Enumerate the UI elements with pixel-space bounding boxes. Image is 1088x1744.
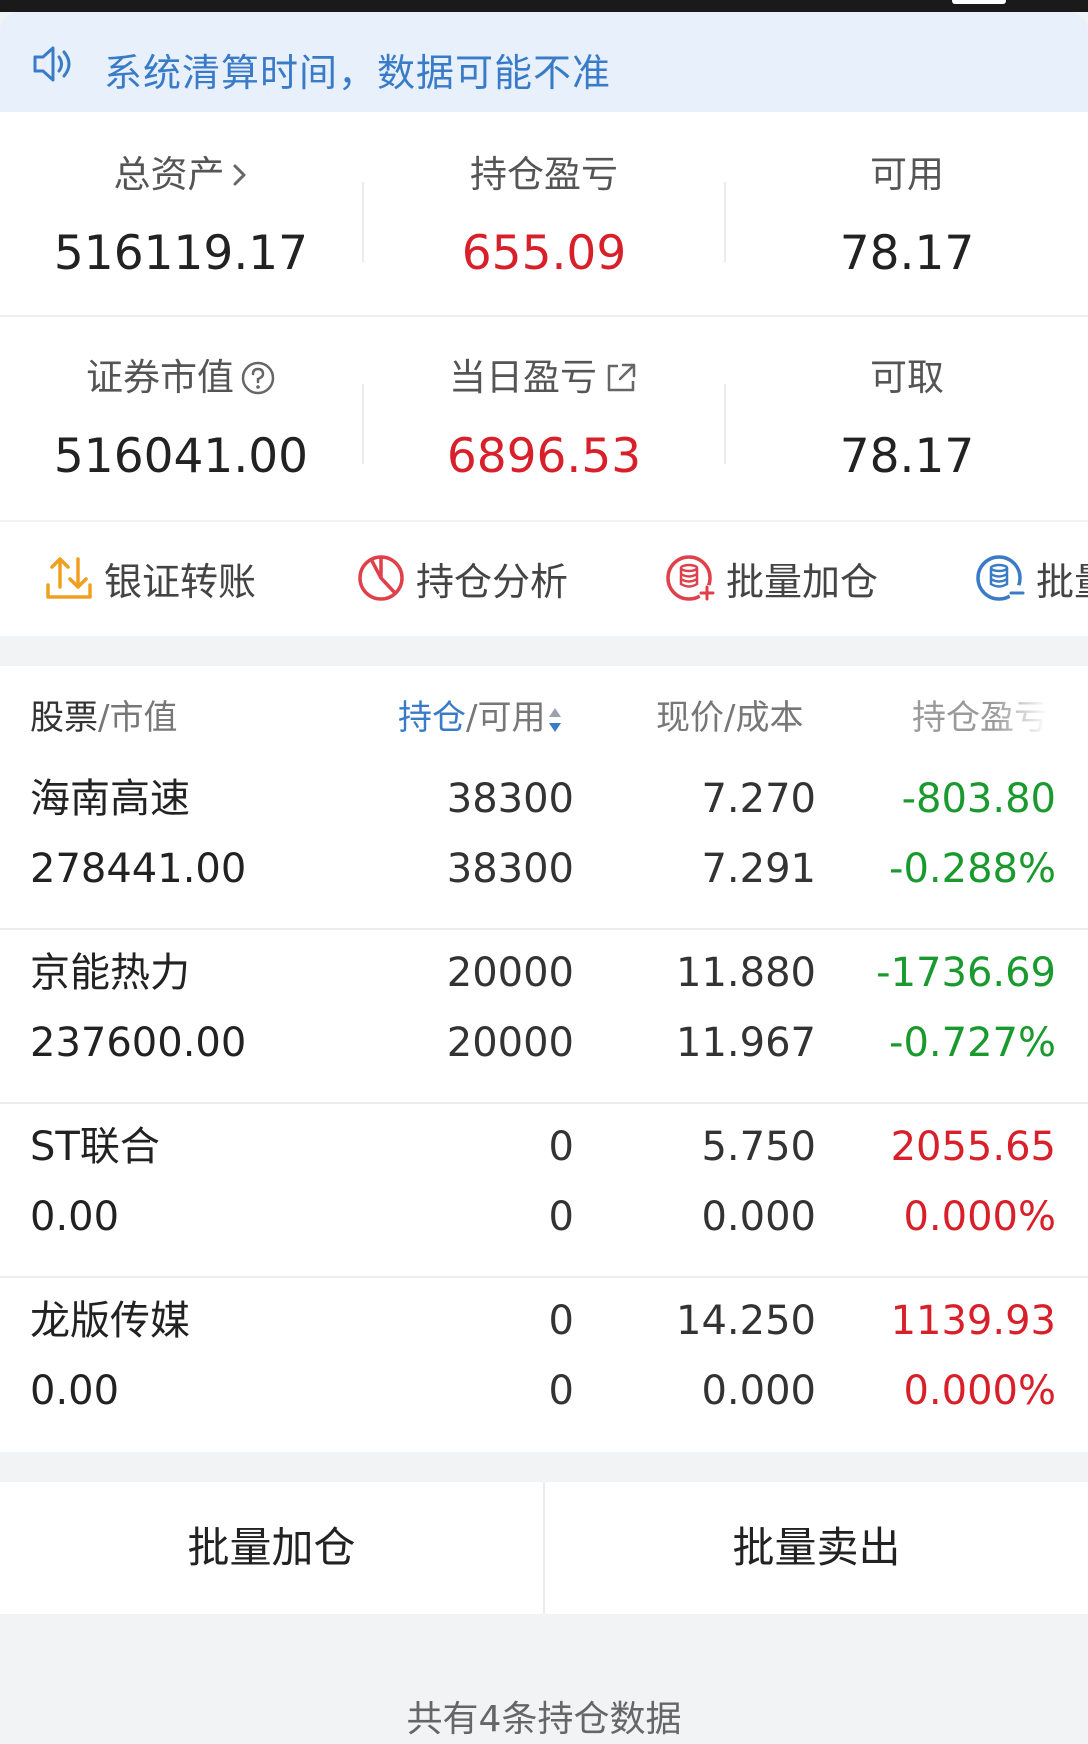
stock-market-value: 0.00 — [30, 1368, 120, 1414]
available-label: 可用 — [870, 153, 944, 196]
table-row[interactable]: 海南高速 278441.00 38300 38300 7.270 7.291 -… — [0, 758, 1088, 930]
holding-qty: 38300 — [446, 776, 574, 822]
pnl-value: 1139.93 — [890, 1298, 1056, 1344]
position-pnl-label: 持仓盈亏 — [470, 153, 618, 196]
current-price: 11.880 — [676, 950, 816, 996]
batch-sell-action[interactable]: 批量 — [974, 552, 1088, 604]
daily-pnl-label: 当日盈亏 — [449, 356, 597, 399]
stock-market-value: 278441.00 — [30, 846, 247, 892]
cost-price: 7.291 — [701, 846, 816, 892]
holdings-table: 股票/市值 持仓/可用 现价/成本 持仓盈亏 海南高速 278441.00 38… — [0, 666, 1088, 1452]
stock-name: 龙版传媒 — [30, 1298, 190, 1344]
market-value: 证券市值 516041.00 — [0, 355, 362, 485]
withdrawable-value: 78.17 — [839, 429, 975, 484]
available-qty: 20000 — [446, 1020, 574, 1066]
divider — [0, 928, 1088, 930]
current-price: 5.750 — [701, 1124, 816, 1170]
speaker-icon — [33, 46, 71, 82]
chevron-right-icon — [233, 164, 245, 186]
current-price: 7.270 — [701, 776, 816, 822]
pnl-percent: 0.000% — [903, 1368, 1056, 1414]
withdrawable-label: 可取 — [870, 356, 944, 399]
table-row[interactable]: 龙版传媒 0.00 0 0 14.250 0.000 1139.93 0.000… — [0, 1280, 1088, 1452]
transfer-icon — [46, 557, 92, 599]
stock-name: 海南高速 — [30, 776, 190, 822]
available-qty: 38300 — [446, 846, 574, 892]
action-label: 持仓分析 — [416, 559, 569, 604]
batch-sell-icon — [976, 555, 1025, 601]
pnl-value: -803.80 — [901, 776, 1056, 822]
pnl-percent: -0.288% — [889, 846, 1056, 892]
position-analysis-button[interactable]: 持仓分析 — [354, 552, 568, 604]
current-price: 14.250 — [676, 1298, 816, 1344]
daily-pnl[interactable]: 当日盈亏 6896.53 — [363, 355, 725, 485]
available-funds: 可用 78.17 — [726, 152, 1088, 282]
market-value-value: 516041.00 — [53, 429, 309, 484]
stock-name: 京能热力 — [30, 950, 190, 996]
status-indicator — [952, 0, 1006, 4]
total-assets-label: 总资产 — [113, 153, 225, 196]
stock-name: ST联合 — [30, 1124, 160, 1170]
help-icon[interactable] — [240, 360, 276, 396]
asset-summary: 总资产 516119.17 持仓盈亏 655.09 可用 78.17 证券市值 … — [0, 112, 1088, 520]
pnl-percent: -0.727% — [889, 1020, 1056, 1066]
holding-qty: 0 — [548, 1298, 574, 1344]
daily-pnl-value: 6896.53 — [446, 429, 642, 484]
action-label: 银证转账 — [104, 559, 257, 604]
total-assets[interactable]: 总资产 516119.17 — [0, 152, 362, 282]
divider — [0, 315, 1088, 317]
divider — [0, 1276, 1088, 1278]
pnl-value: 2055.65 — [890, 1124, 1056, 1170]
holding-qty: 20000 — [446, 950, 574, 996]
batch-add-icon — [666, 555, 715, 601]
table-row[interactable]: 京能热力 237600.00 20000 20000 11.880 11.967… — [0, 932, 1088, 1104]
cost-price: 11.967 — [676, 1020, 816, 1066]
pie-chart-icon — [358, 555, 404, 601]
available-qty: 0 — [548, 1194, 574, 1240]
stock-market-value: 237600.00 — [30, 1020, 247, 1066]
header-holding-sort[interactable]: 持仓/可用 — [398, 690, 563, 739]
header-price-cost: 现价/成本 — [656, 698, 804, 738]
header-holding-label: 持仓 — [398, 698, 466, 738]
status-bar — [0, 0, 1088, 12]
position-pnl: 持仓盈亏 655.09 — [363, 152, 725, 282]
header-pnl: 持仓盈亏 — [912, 698, 1048, 738]
header-available-label: /可用 — [466, 698, 546, 738]
header-market-value-label: /市值 — [98, 698, 178, 738]
batch-bar: 批量加仓 批量卖出 — [0, 1482, 1088, 1614]
position-pnl-value: 655.09 — [461, 226, 627, 281]
stock-market-value: 0.00 — [30, 1194, 120, 1240]
total-assets-value: 516119.17 — [53, 226, 309, 281]
action-bar: 银证转账 持仓分析 批量加仓 批量 — [0, 522, 1088, 636]
cost-price: 0.000 — [701, 1194, 816, 1240]
action-label: 批量加仓 — [726, 559, 879, 604]
header-stock-label: 股票 — [30, 698, 98, 738]
cost-price: 0.000 — [701, 1368, 816, 1414]
market-value-label: 证券市值 — [86, 356, 234, 399]
batch-add-action[interactable]: 批量加仓 — [664, 552, 878, 604]
pnl-percent: 0.000% — [903, 1194, 1056, 1240]
external-link-icon — [607, 363, 636, 392]
action-label: 批量 — [1036, 559, 1088, 604]
batch-add-button[interactable]: 批量加仓 — [0, 1482, 543, 1614]
sort-icon — [549, 707, 562, 732]
withdrawable-funds: 可取 78.17 — [726, 355, 1088, 485]
batch-sell-button[interactable]: 批量卖出 — [545, 1482, 1088, 1614]
holding-qty: 0 — [548, 1124, 574, 1170]
available-value: 78.17 — [839, 226, 975, 281]
bank-transfer-button[interactable]: 银证转账 — [42, 552, 256, 604]
pnl-value: -1736.69 — [876, 950, 1056, 996]
holdings-count: 共有4条持仓数据 — [406, 1699, 682, 1740]
notice-text: 系统清算时间，数据可能不准 — [104, 51, 612, 95]
notice-banner[interactable]: 系统清算时间，数据可能不准 — [0, 12, 1088, 112]
divider — [0, 1102, 1088, 1104]
header-stock: 股票/市值 — [30, 690, 177, 739]
available-qty: 0 — [548, 1368, 574, 1414]
table-row[interactable]: ST联合 0.00 0 0 5.750 0.000 2055.65 0.000% — [0, 1106, 1088, 1278]
table-header: 股票/市值 持仓/可用 现价/成本 持仓盈亏 — [0, 666, 1088, 758]
